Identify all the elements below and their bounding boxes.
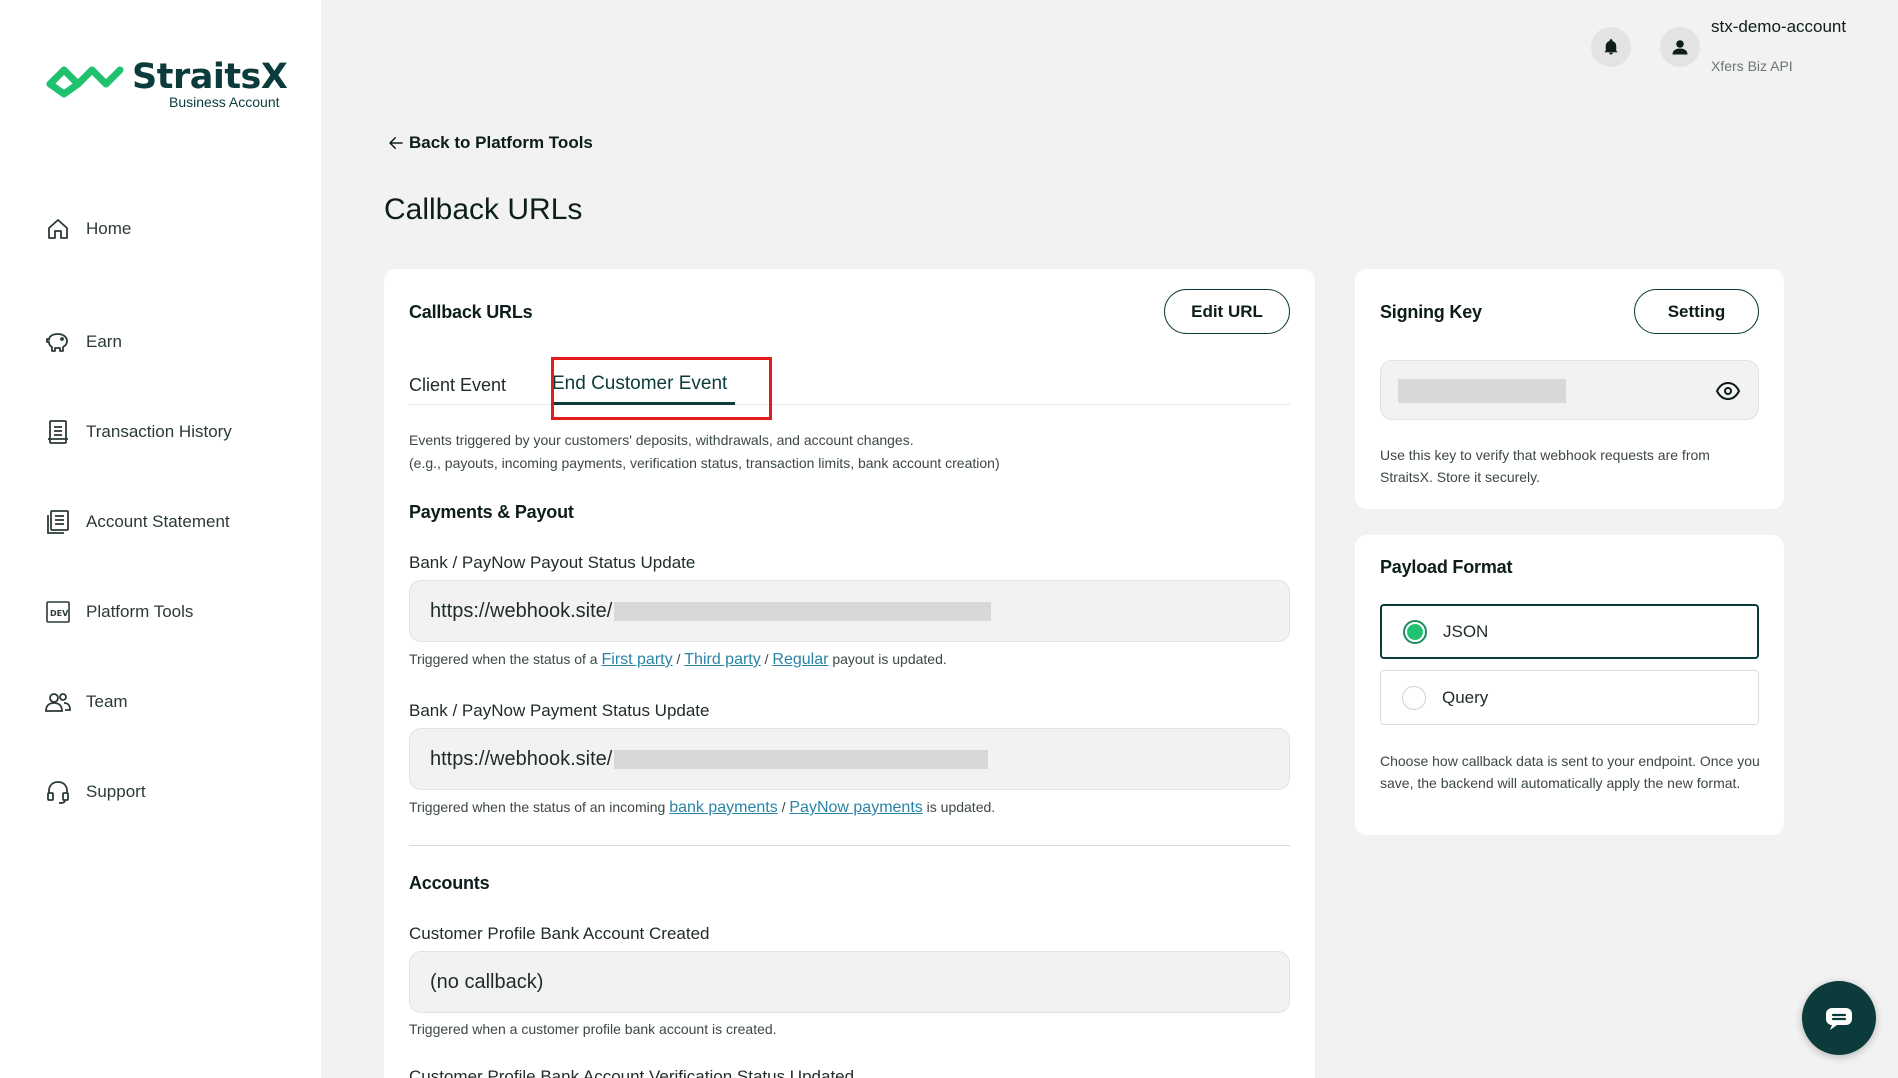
event-tabs: Client Event End Customer Event — [409, 358, 1290, 405]
highlight-annotation — [551, 357, 772, 420]
sidebar-item-platform-tools[interactable]: DEV Platform Tools — [44, 567, 232, 657]
events-description: Events triggered by your customers' depo… — [409, 429, 1000, 475]
sidebar-item-label: Home — [86, 219, 132, 238]
signing-key-card: Signing Key Setting Use this key to veri… — [1355, 269, 1784, 509]
setting-button[interactable]: Setting — [1634, 289, 1759, 334]
third-party-link[interactable]: Third party — [684, 651, 760, 668]
sidebar-item-label: Team — [86, 692, 128, 711]
piggy-bank-icon — [44, 328, 72, 356]
radio-json[interactable]: JSON — [1380, 604, 1759, 659]
brand-subtitle: Business Account — [169, 94, 280, 110]
signing-key-title: Signing Key — [1380, 302, 1482, 322]
verification-status-label: Customer Profile Bank Account Verificati… — [409, 1067, 855, 1078]
description-line-1: Events triggered by your customers' depo… — [409, 432, 914, 448]
payout-url-value: https://webhook.site/ — [430, 599, 613, 622]
regular-link[interactable]: Regular — [772, 651, 828, 668]
page-title: Callback URLs — [384, 193, 583, 226]
logo-icon — [46, 66, 124, 98]
brand-name: StraitsX — [132, 57, 288, 97]
bank-created-value: (no callback) — [430, 970, 544, 993]
svg-text:DEV: DEV — [50, 609, 69, 618]
section-divider — [409, 845, 1290, 846]
bank-created-url-field[interactable]: (no callback) — [409, 951, 1290, 1013]
sidebar: StraitsX Business Account Home Earn Tran… — [0, 0, 321, 1078]
payload-format-title: Payload Format — [1380, 557, 1513, 577]
radio-unselected-indicator — [1402, 685, 1426, 710]
payload-format-description: Choose how callback data is sent to your… — [1380, 753, 1760, 791]
sidebar-item-transaction-history[interactable]: Transaction History — [44, 387, 232, 477]
redacted-url — [614, 749, 989, 769]
redacted-url — [614, 601, 992, 621]
dev-icon: DEV — [44, 598, 72, 626]
payment-status-label: Bank / PayNow Payment Status Update — [409, 701, 710, 720]
sidebar-item-label: Support — [86, 782, 146, 801]
back-link-label: Back to Platform Tools — [409, 133, 593, 152]
sidebar-item-label: Platform Tools — [86, 602, 194, 621]
payment-status-url-field[interactable]: https://webhook.site/ — [409, 728, 1290, 790]
edit-url-button[interactable]: Edit URL — [1164, 289, 1290, 334]
avatar[interactable] — [1660, 27, 1700, 67]
section-payments-payout: Payments & Payout — [409, 502, 574, 522]
payout-status-url-field[interactable]: https://webhook.site/ — [409, 580, 1290, 642]
radio-selected-indicator — [1403, 619, 1427, 644]
section-accounts: Accounts — [409, 873, 490, 893]
radio-query[interactable]: Query — [1380, 670, 1759, 725]
payment-help-text: Triggered when the status of an incoming… — [409, 799, 996, 816]
account-name[interactable]: stx-demo-account — [1711, 17, 1846, 37]
sidebar-item-support[interactable]: Support — [44, 747, 232, 837]
sidebar-item-team[interactable]: Team — [44, 657, 232, 747]
receipt-icon — [44, 418, 72, 446]
sidebar-nav: Home Earn Transaction History Account St… — [44, 207, 232, 837]
paynow-payments-link[interactable]: PayNow payments — [789, 799, 922, 816]
payout-help-text: Triggered when the status of a First par… — [409, 651, 947, 668]
statement-icon — [44, 508, 72, 536]
sidebar-item-label: Transaction History — [86, 422, 232, 441]
account-subtitle: Xfers Biz API — [1711, 58, 1793, 74]
team-icon — [44, 688, 72, 716]
eye-icon[interactable] — [1716, 379, 1740, 403]
home-icon — [44, 215, 72, 243]
payout-status-label: Bank / PayNow Payout Status Update — [409, 553, 696, 572]
chat-support-button[interactable] — [1802, 981, 1876, 1055]
redacted-key — [1398, 379, 1566, 403]
sidebar-item-home[interactable]: Home — [44, 207, 232, 251]
chat-icon — [1826, 1008, 1852, 1030]
bank-created-help-text: Triggered when a customer profile bank a… — [409, 1021, 777, 1037]
user-icon — [1672, 40, 1688, 55]
radio-json-label: JSON — [1443, 621, 1489, 641]
notifications-button[interactable] — [1591, 27, 1631, 67]
arrow-left-icon — [389, 137, 403, 149]
callback-urls-card: Callback URLs Edit URL Client Event End … — [384, 269, 1315, 1078]
description-line-2: (e.g., payouts, incoming payments, verif… — [409, 455, 1000, 471]
bank-created-label: Customer Profile Bank Account Created — [409, 924, 710, 943]
card-title: Callback URLs — [409, 302, 533, 322]
payment-url-value: https://webhook.site/ — [430, 747, 613, 770]
straitsx-logo[interactable]: StraitsX Business Account — [46, 57, 288, 110]
sidebar-item-label: Earn — [86, 332, 122, 351]
bank-payments-link[interactable]: bank payments — [669, 799, 778, 816]
first-party-link[interactable]: First party — [601, 651, 672, 668]
back-to-platform-tools-link[interactable]: Back to Platform Tools — [387, 133, 593, 153]
signing-key-description: Use this key to verify that webhook requ… — [1380, 447, 1710, 485]
payload-format-card: Payload Format JSON Query Choose how cal… — [1355, 535, 1784, 835]
sidebar-item-earn[interactable]: Earn — [44, 297, 232, 387]
tab-client-event[interactable]: Client Event — [409, 375, 506, 396]
headset-icon — [44, 778, 72, 806]
signing-key-field[interactable] — [1380, 360, 1759, 420]
sidebar-item-account-statement[interactable]: Account Statement — [44, 477, 232, 567]
radio-query-label: Query — [1442, 687, 1489, 707]
bell-icon — [1604, 39, 1618, 55]
sidebar-item-label: Account Statement — [86, 512, 230, 531]
